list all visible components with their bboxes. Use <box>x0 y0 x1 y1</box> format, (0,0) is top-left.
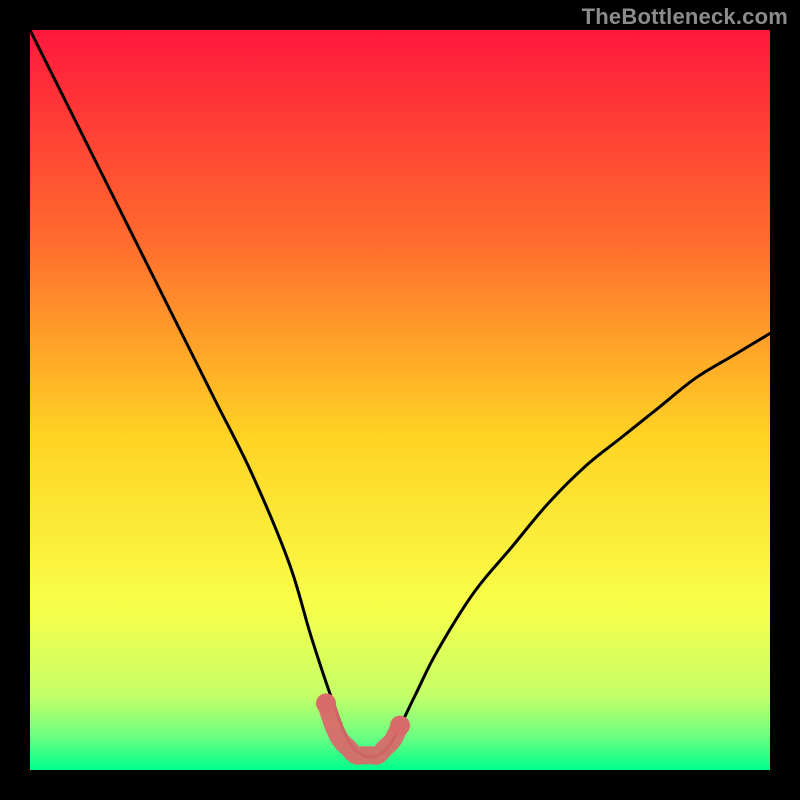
chart-frame: TheBottleneck.com <box>0 0 800 800</box>
gradient-background <box>30 30 770 770</box>
optimal-zone-endpoint-dot <box>390 716 410 736</box>
plot-area <box>30 30 770 770</box>
optimal-zone-endpoint-dot <box>316 693 336 713</box>
chart-svg <box>30 30 770 770</box>
watermark-text: TheBottleneck.com <box>582 4 788 30</box>
